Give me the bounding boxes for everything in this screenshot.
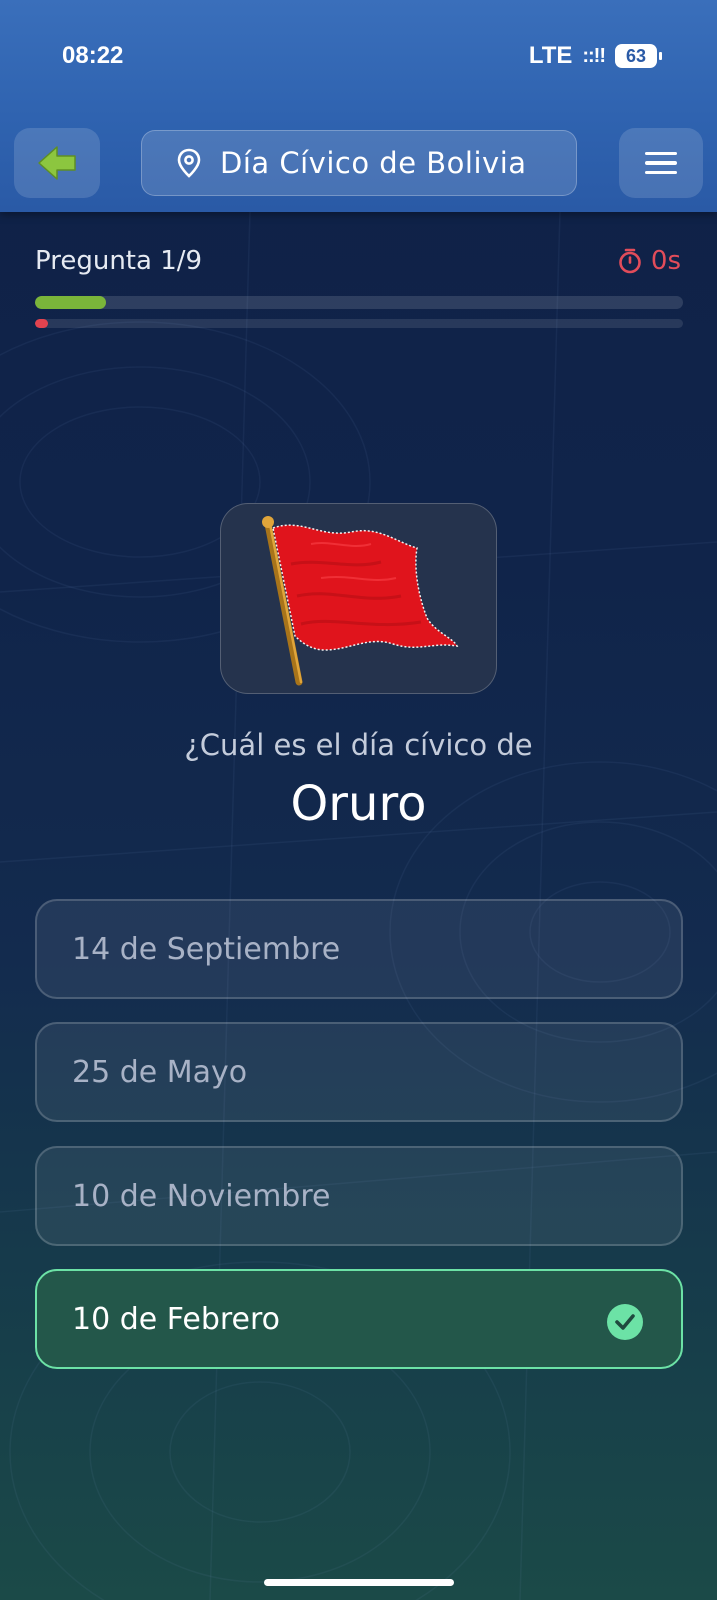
map-pin-icon: [177, 148, 201, 178]
timer-value: 0s: [650, 246, 681, 276]
question-prompt: ¿Cuál es el día cívico de: [184, 728, 533, 762]
signal-icon: ::!!: [582, 44, 606, 67]
quiz-title-pill[interactable]: Día Cívico de Bolivia: [141, 130, 577, 196]
answer-option-label: 10 de Noviembre: [72, 1178, 331, 1214]
network-type: LTE: [528, 42, 573, 69]
battery-icon: 63: [615, 44, 662, 68]
timer: 0s: [617, 246, 681, 276]
question-progress-fill: [35, 296, 107, 309]
stopwatch-icon: [619, 248, 641, 274]
back-button[interactable]: [14, 128, 100, 198]
status-indicators: LTE ::!! 63: [528, 42, 662, 70]
quiz-title: Día Cívico de Bolivia: [220, 146, 527, 180]
answer-option-1[interactable]: 14 de Septiembre: [35, 899, 683, 999]
check-circle-icon: [607, 1304, 643, 1340]
hamburger-menu-icon: [645, 151, 677, 156]
question-image-card: [220, 503, 497, 694]
red-flag-image: [262, 516, 459, 686]
answer-option-4-correct[interactable]: 10 de Febrero: [35, 1269, 683, 1369]
time-progress-fill: [35, 319, 48, 328]
answer-option-3[interactable]: 10 de Noviembre: [35, 1146, 683, 1246]
answer-option-label: 25 de Mayo: [72, 1054, 248, 1090]
question-counter: Pregunta 1/9: [35, 246, 203, 276]
answer-option-label: 10 de Febrero: [72, 1301, 281, 1337]
top-app-bar: 08:22 LTE ::!! 63 Día Cívico de Bolivia: [0, 0, 717, 212]
answer-option-2[interactable]: 25 de Mayo: [35, 1022, 683, 1122]
menu-button[interactable]: [619, 128, 703, 198]
arrow-left-icon: [38, 146, 76, 180]
home-indicator[interactable]: [264, 1579, 454, 1586]
question-subject: Oruro: [290, 776, 427, 832]
answer-option-label: 14 de Septiembre: [72, 931, 341, 967]
question-progress-bar: [35, 296, 683, 309]
status-time: 08:22: [62, 42, 124, 69]
time-progress-bar: [35, 319, 683, 328]
